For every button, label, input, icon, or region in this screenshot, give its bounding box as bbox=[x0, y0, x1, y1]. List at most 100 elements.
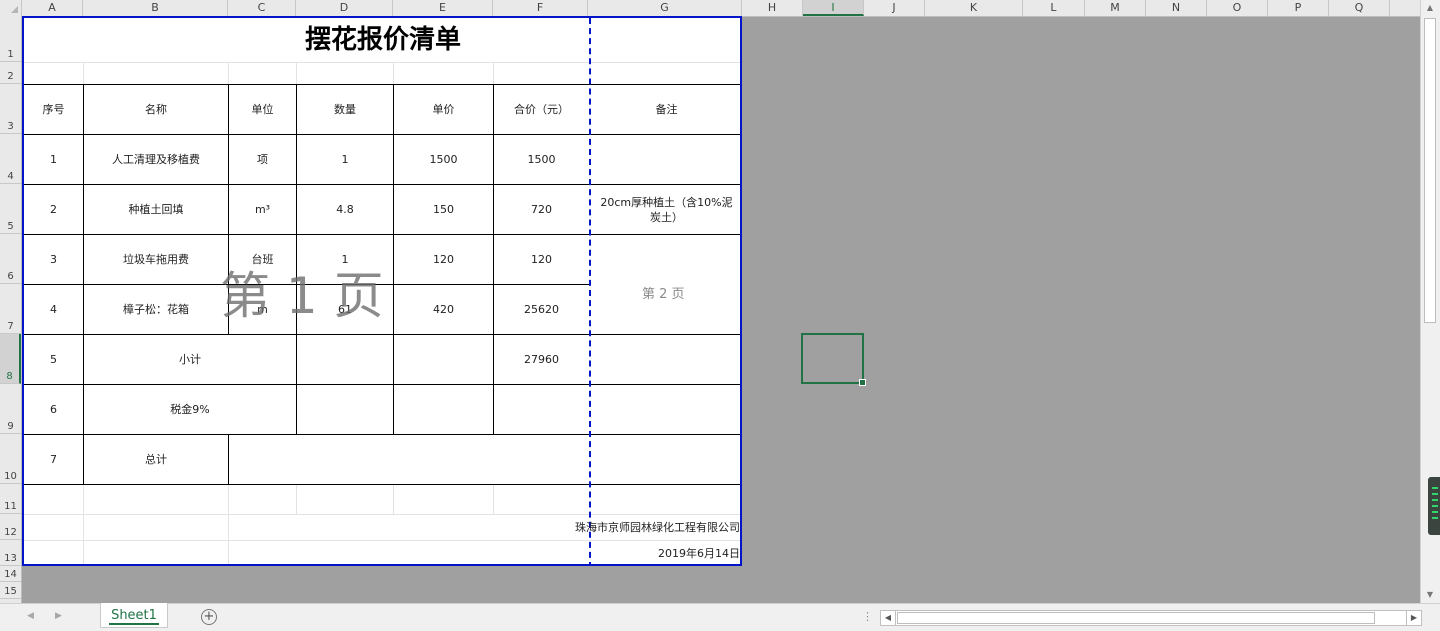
company-name[interactable]: 珠海市京师园林绿化工程有限公司 bbox=[229, 515, 740, 540]
vertical-scroll-thumb[interactable] bbox=[1424, 18, 1436, 323]
column-header-k[interactable]: K bbox=[925, 0, 1023, 16]
row-header-4[interactable]: 4 bbox=[0, 134, 21, 184]
header-total[interactable]: 合价（元） bbox=[494, 85, 589, 134]
row-header-6[interactable]: 6 bbox=[0, 234, 21, 284]
next-sheet-icon[interactable]: ▶ bbox=[55, 611, 62, 621]
table-cell[interactable]: 1 bbox=[24, 135, 83, 184]
table-cell[interactable]: 6 bbox=[24, 385, 83, 434]
subtotal-label[interactable]: 小计 bbox=[84, 335, 296, 384]
table-cell[interactable]: 420 bbox=[394, 285, 493, 334]
sheet-title[interactable]: 摆花报价清单 bbox=[24, 18, 740, 62]
row-header-1[interactable]: 1 bbox=[0, 16, 21, 62]
column-header-h[interactable]: H bbox=[742, 0, 803, 16]
table-cell[interactable]: 种植土回填 bbox=[84, 185, 228, 234]
grand-total-label[interactable]: 总计 bbox=[84, 435, 228, 484]
table-cell[interactable]: 150 bbox=[394, 185, 493, 234]
row-header-13[interactable]: 13 bbox=[0, 540, 21, 566]
table-border bbox=[24, 484, 740, 485]
table-cell[interactable]: 项 bbox=[229, 135, 296, 184]
print-page-area: 摆花报价清单 序号 名称 单位 数量 单价 合价（元） 备注 1 人工清理及移植… bbox=[22, 16, 742, 566]
header-name[interactable]: 名称 bbox=[84, 85, 228, 134]
table-cell[interactable]: 垃圾车拖用费 bbox=[84, 235, 228, 284]
column-header-l[interactable]: L bbox=[1023, 0, 1085, 16]
table-cell[interactable]: 台班 bbox=[229, 235, 296, 284]
gridline bbox=[493, 484, 494, 514]
gridline bbox=[296, 484, 297, 514]
selected-cell[interactable] bbox=[801, 333, 866, 386]
row-header-8[interactable]: 8 bbox=[0, 334, 21, 384]
column-header-q[interactable]: Q bbox=[1329, 0, 1390, 16]
row-header-14[interactable]: 14 bbox=[0, 566, 21, 582]
row-header-9[interactable]: 9 bbox=[0, 384, 21, 434]
tax-label[interactable]: 税金9% bbox=[84, 385, 296, 434]
tab-split-handle-icon[interactable]: ⋮ bbox=[862, 610, 873, 623]
header-note[interactable]: 备注 bbox=[591, 85, 740, 134]
table-cell[interactable] bbox=[591, 135, 740, 184]
table-border bbox=[228, 434, 229, 484]
row-header-12[interactable]: 12 bbox=[0, 514, 21, 540]
column-header-i[interactable]: I bbox=[803, 0, 864, 16]
column-header-n[interactable]: N bbox=[1146, 0, 1207, 16]
column-header-b[interactable]: B bbox=[83, 0, 228, 16]
scroll-down-icon[interactable]: ▼ bbox=[1424, 589, 1436, 601]
header-seq[interactable]: 序号 bbox=[24, 85, 83, 134]
table-cell[interactable]: 25620 bbox=[494, 285, 589, 334]
row-header-2[interactable]: 2 bbox=[0, 62, 21, 84]
gridline bbox=[83, 484, 84, 564]
horizontal-scroll-thumb[interactable] bbox=[897, 612, 1375, 624]
scroll-left-icon[interactable]: ◀ bbox=[881, 611, 896, 625]
header-price[interactable]: 单价 bbox=[394, 85, 493, 134]
row-header-7[interactable]: 7 bbox=[0, 284, 21, 334]
row-header-10[interactable]: 10 bbox=[0, 434, 21, 484]
table-cell[interactable]: 4 bbox=[24, 285, 83, 334]
horizontal-scrollbar[interactable]: ◀ ▶ bbox=[880, 610, 1422, 626]
table-cell[interactable]: 720 bbox=[494, 185, 589, 234]
scroll-right-icon[interactable]: ▶ bbox=[1406, 611, 1421, 625]
table-cell[interactable]: 1500 bbox=[494, 135, 589, 184]
column-header-g[interactable]: G bbox=[588, 0, 742, 16]
column-header-p[interactable]: P bbox=[1268, 0, 1329, 16]
header-qty[interactable]: 数量 bbox=[297, 85, 393, 134]
table-cell[interactable]: 7 bbox=[24, 435, 83, 484]
select-all-corner[interactable] bbox=[0, 0, 22, 16]
column-header-j[interactable]: J bbox=[864, 0, 925, 16]
subtotal-value[interactable]: 27960 bbox=[494, 335, 589, 384]
row-header-15[interactable]: 15 bbox=[0, 582, 21, 599]
scroll-up-icon[interactable]: ▲ bbox=[1424, 2, 1436, 14]
column-header-f[interactable]: F bbox=[493, 0, 588, 16]
sheet-tab-bar: ◀ ▶ Sheet1 + ⋮ ◀ ▶ bbox=[0, 603, 1440, 631]
column-header-d[interactable]: D bbox=[296, 0, 393, 16]
table-cell[interactable]: m bbox=[229, 285, 296, 334]
table-cell[interactable]: 5 bbox=[24, 335, 83, 384]
zoom-level-icon[interactable] bbox=[1428, 477, 1440, 535]
gridline bbox=[393, 62, 394, 84]
gridline bbox=[83, 62, 84, 84]
table-cell[interactable]: 4.8 bbox=[297, 185, 393, 234]
header-unit[interactable]: 单位 bbox=[229, 85, 296, 134]
table-cell[interactable]: 3 bbox=[24, 235, 83, 284]
column-header-a[interactable]: A bbox=[22, 0, 83, 16]
column-header-e[interactable]: E bbox=[393, 0, 493, 16]
row-header-3[interactable]: 3 bbox=[0, 84, 21, 134]
table-cell[interactable]: 1 bbox=[297, 135, 393, 184]
table-cell[interactable]: 樟子松：花箱 bbox=[84, 285, 228, 334]
table-cell[interactable]: 1 bbox=[297, 235, 393, 284]
table-cell[interactable]: 2 bbox=[24, 185, 83, 234]
column-header-c[interactable]: C bbox=[228, 0, 296, 16]
row-header-11[interactable]: 11 bbox=[0, 484, 21, 514]
column-header-o[interactable]: O bbox=[1207, 0, 1268, 16]
table-cell[interactable]: 人工清理及移植费 bbox=[84, 135, 228, 184]
column-header-m[interactable]: M bbox=[1085, 0, 1146, 16]
table-cell[interactable]: 1500 bbox=[394, 135, 493, 184]
quote-date[interactable]: 2019年6月14日 bbox=[229, 541, 740, 564]
sheet-tab-sheet1[interactable]: Sheet1 bbox=[100, 603, 168, 628]
table-cell[interactable]: 120 bbox=[494, 235, 589, 284]
table-cell[interactable]: 20cm厚种植土（含10%泥炭土） bbox=[591, 185, 740, 234]
table-cell[interactable]: m³ bbox=[229, 185, 296, 234]
row-header-bar: 1 2 3 4 5 6 7 8 9 10 11 12 13 14 15 bbox=[0, 16, 22, 603]
prev-sheet-icon[interactable]: ◀ bbox=[27, 611, 34, 621]
add-sheet-icon[interactable]: + bbox=[201, 609, 217, 625]
row-header-5[interactable]: 5 bbox=[0, 184, 21, 234]
table-cell[interactable]: 120 bbox=[394, 235, 493, 284]
table-cell[interactable]: 61 bbox=[297, 285, 393, 334]
